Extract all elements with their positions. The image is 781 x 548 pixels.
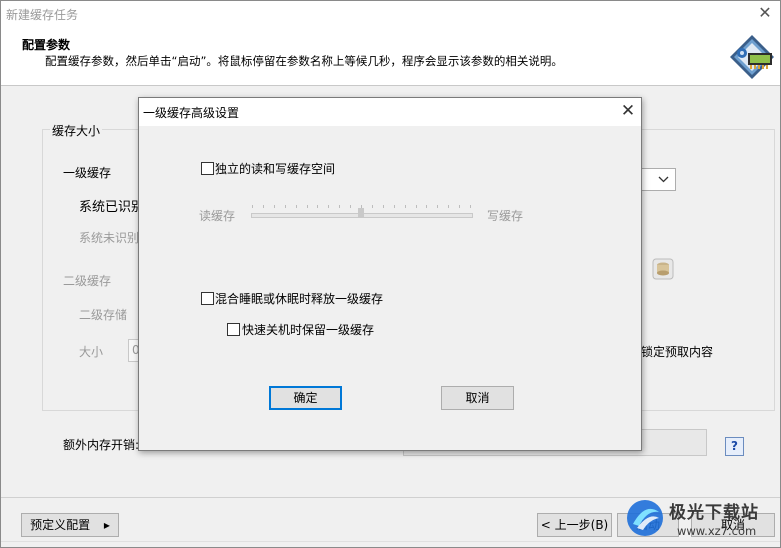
window-close-icon[interactable]: ✕ <box>753 3 777 23</box>
slider-tick <box>361 205 362 208</box>
separate-rw-label[interactable]: 独立的读和写缓存空间 <box>215 160 335 177</box>
slider-tick <box>296 205 297 208</box>
level1-cache-label: 一级缓存 <box>63 166 112 180</box>
preset-config-label: 预定义配置 <box>30 518 91 532</box>
level1-advanced-dialog: 一级缓存高级设置 ✕ 独立的读和写缓存空间 读缓存 写缓存 混合睡眠或休眠时释放… <box>138 97 642 451</box>
dialog-close-icon[interactable]: ✕ <box>617 101 639 121</box>
cache-size-group-label: 缓存大小 <box>50 122 103 139</box>
slider-tick <box>437 205 438 208</box>
slider-tick <box>274 205 275 208</box>
slider-tick <box>317 205 318 208</box>
page-title: 配置参数 <box>22 38 71 52</box>
slider-tick <box>426 205 427 208</box>
slider-tick <box>328 205 329 208</box>
rw-ratio-slider-thumb[interactable] <box>358 208 364 217</box>
size-label: 大小 <box>79 345 104 359</box>
chevron-down-icon <box>658 176 669 183</box>
wizard-header: 配置参数 配置缓存参数，然后单击“启动”。将鼠标停留在参数名称上等候几秒，程序会… <box>1 27 780 86</box>
read-cache-label: 读缓存 <box>199 209 236 223</box>
slider-tick <box>394 205 395 208</box>
dialog-cancel-button[interactable]: 取消 <box>441 386 514 410</box>
slider-tick <box>285 205 286 208</box>
hybrid-sleep-label[interactable]: 混合睡眠或休眠时释放一级缓存 <box>215 290 383 307</box>
play-arrow-icon: ▸ <box>103 518 110 532</box>
watermark-site-name: 极光下载站 <box>669 503 759 523</box>
watermark-url: www.xz7.com <box>677 524 757 538</box>
extra-memory-label: 额外内存开销: <box>63 438 140 452</box>
aurora-logo-icon <box>627 500 663 536</box>
slider-tick <box>372 205 373 208</box>
slider-tick <box>459 205 460 208</box>
slider-tick <box>350 205 351 208</box>
slider-tick <box>416 205 417 208</box>
separate-rw-checkbox[interactable] <box>201 162 214 175</box>
level2-storage-label: 二级存储 <box>79 308 128 322</box>
page-description: 配置缓存参数，然后单击“启动”。将鼠标停留在参数名称上等候几秒，程序会显示该参数… <box>45 54 563 68</box>
window-titlebar: 新建缓存任务 ✕ <box>1 1 780 27</box>
fast-shutdown-checkbox[interactable] <box>227 323 240 336</box>
system-recognized-option[interactable]: 系统已识别 <box>79 196 144 215</box>
level1-size-dropdown[interactable] <box>639 168 676 191</box>
fast-shutdown-label[interactable]: 快速关机时保留一级缓存 <box>242 321 374 338</box>
lock-prefetch-label[interactable]: 锁定预取内容 <box>641 343 713 360</box>
dialog-ok-button[interactable]: 确定 <box>269 386 342 410</box>
help-icon[interactable]: ? <box>725 437 744 456</box>
dialog-titlebar: 一级缓存高级设置 ✕ <box>139 98 641 126</box>
system-unrecognized-option[interactable]: 系统未识别 <box>79 229 139 246</box>
slider-tick <box>252 205 253 208</box>
back-button[interactable]: < 上一步(B) <box>537 513 612 537</box>
cache-config-icon <box>730 35 774 79</box>
slider-tick <box>383 205 384 208</box>
slider-tick <box>263 205 264 208</box>
dialog-title: 一级缓存高级设置 <box>143 106 240 120</box>
slider-tick <box>470 205 471 208</box>
window-title: 新建缓存任务 <box>6 8 79 22</box>
slider-tick <box>339 205 340 208</box>
slider-tick <box>307 205 308 208</box>
write-cache-label: 写缓存 <box>487 209 524 223</box>
slider-tick <box>448 205 449 208</box>
watermark: 极光下载站 www.xz7.com <box>625 494 781 548</box>
slider-tick <box>405 205 406 208</box>
hybrid-sleep-checkbox[interactable] <box>201 292 214 305</box>
level2-cache-label: 二级缓存 <box>63 274 112 288</box>
storage-browse-icon[interactable] <box>651 257 675 281</box>
preset-config-button[interactable]: 预定义配置 ▸ <box>21 513 119 537</box>
